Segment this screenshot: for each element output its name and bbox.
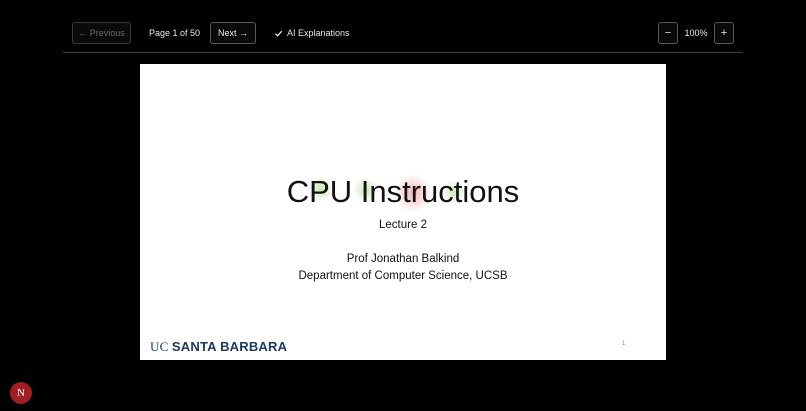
ai-explanations-label: AI Explanations — [287, 28, 350, 38]
slide-title: CPU Instructions — [286, 174, 520, 209]
previous-page-button[interactable]: ← Previous — [72, 22, 131, 44]
zoom-level: 100% — [684, 28, 708, 38]
ai-explanations-toggle[interactable]: AI Explanations — [273, 22, 350, 44]
slide-page-number: 1 — [622, 341, 626, 347]
zoom-out-button[interactable]: − — [658, 22, 678, 44]
slide-page: CPU Instructions Lecture 2 Prof Jonathan… — [140, 64, 666, 360]
checkmark-icon — [273, 28, 283, 38]
slide-author: Prof Jonathan Balkind — [346, 253, 460, 265]
next-page-button[interactable]: Next → — [210, 22, 256, 44]
avatar[interactable]: N — [10, 382, 32, 404]
ucsb-logo: UC SANTA BARBARA — [150, 339, 287, 355]
zoom-in-button[interactable]: + — [714, 22, 734, 44]
toolbar-divider — [63, 52, 743, 53]
slide-subtitle: Lecture 2 — [379, 219, 427, 231]
pdf-toolbar: ← Previous Page 1 of 50 Next → AI Explan… — [64, 22, 742, 46]
logo-uc: UC — [150, 339, 169, 354]
page-indicator: Page 1 of 50 — [149, 28, 201, 38]
logo-name: SANTA BARBARA — [171, 339, 288, 354]
slide-department: Department of Computer Science, UCSB — [298, 270, 508, 282]
